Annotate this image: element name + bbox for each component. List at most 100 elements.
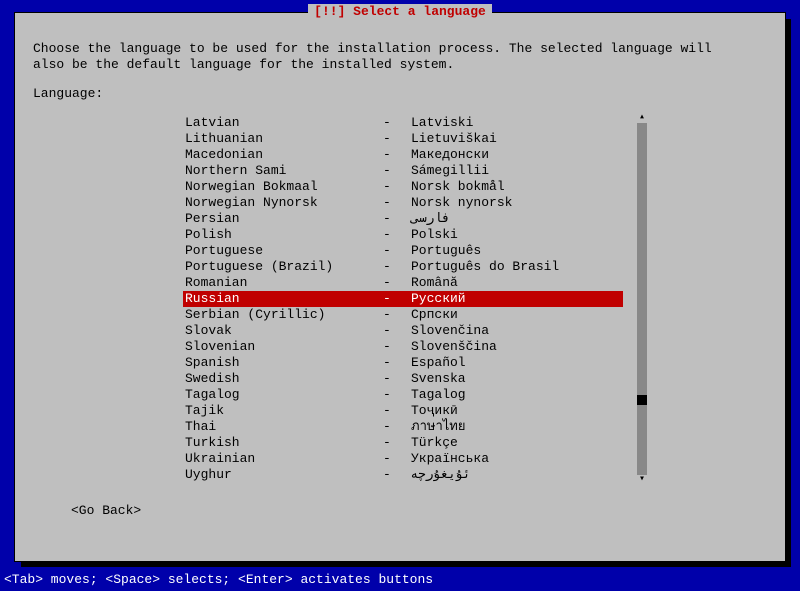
list-item[interactable]: Turkish- Türkçe xyxy=(183,435,623,451)
list-item[interactable]: Northern Sami- Sámegillii xyxy=(183,163,623,179)
list-item[interactable]: Macedonian- Македонски xyxy=(183,147,623,163)
list-item[interactable]: Lithuanian- Lietuviškai xyxy=(183,131,623,147)
language-name: Lithuanian xyxy=(183,131,383,147)
language-list[interactable]: Latvian- LatviskiLithuanian- Lietuviškai… xyxy=(183,115,623,483)
list-item[interactable]: Tajik- Тоҷикӣ xyxy=(183,403,623,419)
language-native: Русский xyxy=(411,291,623,307)
scrollbar[interactable]: ▴ ▾ xyxy=(637,115,647,483)
separator: - xyxy=(383,435,411,451)
separator: - xyxy=(383,275,411,291)
language-native: Norsk nynorsk xyxy=(411,195,623,211)
language-native: فارسی xyxy=(411,211,623,227)
separator: - xyxy=(383,451,411,467)
separator: - xyxy=(383,211,411,227)
language-native: Lietuviškai xyxy=(411,131,623,147)
separator: - xyxy=(383,323,411,339)
scroll-down-icon[interactable]: ▾ xyxy=(637,475,647,485)
separator: - xyxy=(383,243,411,259)
separator: - xyxy=(383,179,411,195)
language-native: Українська xyxy=(411,451,623,467)
footer-hint: <Tab> moves; <Space> selects; <Enter> ac… xyxy=(4,572,433,587)
language-native: Slovenčina xyxy=(411,323,623,339)
list-item[interactable]: Swedish- Svenska xyxy=(183,371,623,387)
language-native: Svenska xyxy=(411,371,623,387)
list-item[interactable]: Polish- Polski xyxy=(183,227,623,243)
language-list-wrap: Latvian- LatviskiLithuanian- Lietuviškai… xyxy=(183,115,623,483)
instruction-text: Choose the language to be used for the i… xyxy=(33,41,767,72)
language-name: Serbian (Cyrillic) xyxy=(183,307,383,323)
separator: - xyxy=(383,339,411,355)
dialog-content: Choose the language to be used for the i… xyxy=(15,13,785,530)
language-native: Српски xyxy=(411,307,623,323)
language-name: Turkish xyxy=(183,435,383,451)
language-name: Russian xyxy=(183,291,383,307)
separator: - xyxy=(383,131,411,147)
separator: - xyxy=(383,147,411,163)
list-item[interactable]: Tagalog- Tagalog xyxy=(183,387,623,403)
dialog-title: [!!] Select a language xyxy=(308,4,492,19)
language-native: Español xyxy=(411,355,623,371)
list-item[interactable]: Ukrainian- Українська xyxy=(183,451,623,467)
scroll-thumb[interactable] xyxy=(637,395,647,405)
list-item[interactable]: Russian- Русский xyxy=(183,291,623,307)
language-native: Português do Brasil xyxy=(411,259,623,275)
language-native: Tagalog xyxy=(411,387,623,403)
go-back-button[interactable]: <Go Back> xyxy=(71,503,141,518)
separator: - xyxy=(383,355,411,371)
language-name: Romanian xyxy=(183,275,383,291)
separator: - xyxy=(383,467,411,483)
language-native: Sámegillii xyxy=(411,163,623,179)
language-native: Slovenščina xyxy=(411,339,623,355)
list-item[interactable]: Norwegian Nynorsk- Norsk nynorsk xyxy=(183,195,623,211)
language-name: Uyghur xyxy=(183,467,383,483)
list-item[interactable]: Romanian- Română xyxy=(183,275,623,291)
language-name: Tagalog xyxy=(183,387,383,403)
list-item[interactable]: Norwegian Bokmaal- Norsk bokmål xyxy=(183,179,623,195)
dialog-box: [!!] Select a language Choose the langua… xyxy=(14,12,786,562)
list-item[interactable]: Thai- ภาษาไทย xyxy=(183,419,623,435)
language-native: Тоҷикӣ xyxy=(411,403,623,419)
scroll-up-icon[interactable]: ▴ xyxy=(637,113,647,123)
separator: - xyxy=(383,163,411,179)
language-native: Latviski xyxy=(411,115,623,131)
language-native: Polski xyxy=(411,227,623,243)
language-name: Norwegian Nynorsk xyxy=(183,195,383,211)
language-native: Türkçe xyxy=(411,435,623,451)
list-item[interactable]: Slovenian- Slovenščina xyxy=(183,339,623,355)
language-name: Tajik xyxy=(183,403,383,419)
language-name: Norwegian Bokmaal xyxy=(183,179,383,195)
list-item[interactable]: Persian- فارسی xyxy=(183,211,623,227)
language-name: Portuguese (Brazil) xyxy=(183,259,383,275)
list-item[interactable]: Portuguese- Português xyxy=(183,243,623,259)
language-name: Persian xyxy=(183,211,383,227)
list-item[interactable]: Serbian (Cyrillic)- Српски xyxy=(183,307,623,323)
separator: - xyxy=(383,307,411,323)
language-native: Română xyxy=(411,275,623,291)
list-item[interactable]: Uyghur- ئۇيغۇرچە xyxy=(183,467,623,483)
separator: - xyxy=(383,419,411,435)
language-name: Spanish xyxy=(183,355,383,371)
separator: - xyxy=(383,371,411,387)
language-name: Macedonian xyxy=(183,147,383,163)
language-name: Swedish xyxy=(183,371,383,387)
list-item[interactable]: Latvian- Latviski xyxy=(183,115,623,131)
language-native: Português xyxy=(411,243,623,259)
list-item[interactable]: Portuguese (Brazil)- Português do Brasil xyxy=(183,259,623,275)
separator: - xyxy=(383,259,411,275)
language-native: Македонски xyxy=(411,147,623,163)
language-name: Northern Sami xyxy=(183,163,383,179)
separator: - xyxy=(383,387,411,403)
language-native: ภาษาไทย xyxy=(411,419,623,435)
language-name: Ukrainian xyxy=(183,451,383,467)
language-name: Slovenian xyxy=(183,339,383,355)
language-name: Slovak xyxy=(183,323,383,339)
language-name: Thai xyxy=(183,419,383,435)
separator: - xyxy=(383,195,411,211)
separator: - xyxy=(383,227,411,243)
language-name: Latvian xyxy=(183,115,383,131)
list-item[interactable]: Spanish- Español xyxy=(183,355,623,371)
dialog-title-line: [!!] Select a language xyxy=(15,4,785,19)
language-native: ئۇيغۇرچە xyxy=(411,467,623,483)
list-item[interactable]: Slovak- Slovenčina xyxy=(183,323,623,339)
language-name: Portuguese xyxy=(183,243,383,259)
